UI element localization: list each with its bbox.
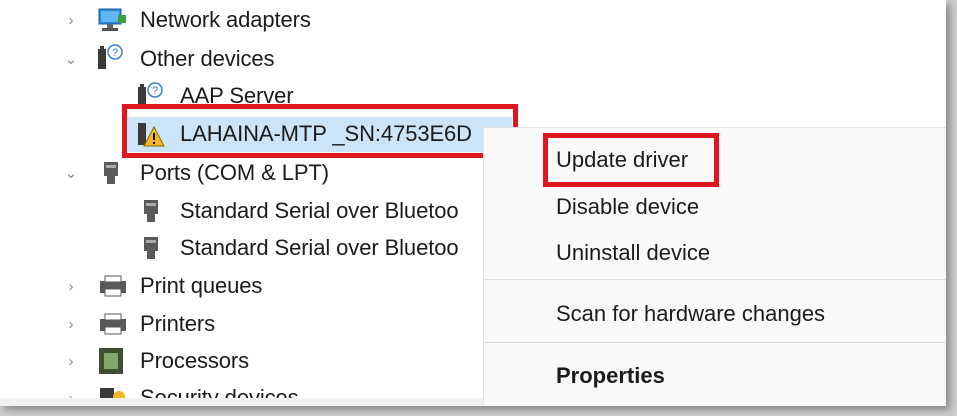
port-icon [136,233,168,263]
unknown-device-icon: ? [94,43,126,73]
chevron-right-icon[interactable]: › [64,5,78,35]
tree-item-label: Processors [140,348,250,373]
tree-item-label: Standard Serial over Bluetoo [180,198,459,223]
processor-icon [96,346,128,376]
menu-item-scan-hardware[interactable]: Scan for hardware changes [556,301,825,327]
device-manager-window: › Network adapters ⌄ ? Other devices ? A… [0,0,946,406]
menu-item-uninstall-device[interactable]: Uninstall device [556,240,710,266]
menu-separator [484,279,946,280]
printer-icon [96,309,128,339]
tree-item-label: Printers [140,311,215,336]
tree-item-processors[interactable]: Processors [140,346,249,376]
svg-text:?: ? [112,47,118,59]
tree-item-label: Network adapters [140,7,311,32]
chevron-down-icon[interactable]: ⌄ [64,158,78,188]
chevron-right-icon[interactable]: › [64,346,78,376]
tree-item-serial-2[interactable]: Standard Serial over Bluetoo [180,233,459,263]
port-icon [96,158,128,188]
chevron-down-icon[interactable]: ⌄ [64,44,78,74]
printer-icon [96,271,128,301]
tree-item-label: Standard Serial over Bluetoo [180,235,459,260]
annotation-highlight-box [543,133,719,187]
tree-item-other-devices[interactable]: Other devices [140,44,275,74]
network-adapter-icon [96,5,128,35]
tree-item-printers[interactable]: Printers [140,309,215,339]
tree-item-ports[interactable]: Ports (COM & LPT) [140,158,329,188]
port-icon [136,196,168,226]
menu-item-properties[interactable]: Properties [556,363,665,389]
tree-item-label: Print queues [140,273,263,298]
svg-text:?: ? [152,85,158,97]
chevron-right-icon[interactable]: › [64,309,78,339]
menu-item-disable-device[interactable]: Disable device [556,194,699,220]
tree-item-network-adapters[interactable]: Network adapters [140,5,311,35]
tree-item-serial-1[interactable]: Standard Serial over Bluetoo [180,196,459,226]
menu-separator [484,342,946,343]
tree-item-label: Other devices [140,46,275,71]
annotation-highlight-box [122,104,518,158]
chevron-right-icon[interactable]: › [64,271,78,301]
tree-item-print-queues[interactable]: Print queues [140,271,262,301]
tree-item-label: Ports (COM & LPT) [140,160,329,185]
